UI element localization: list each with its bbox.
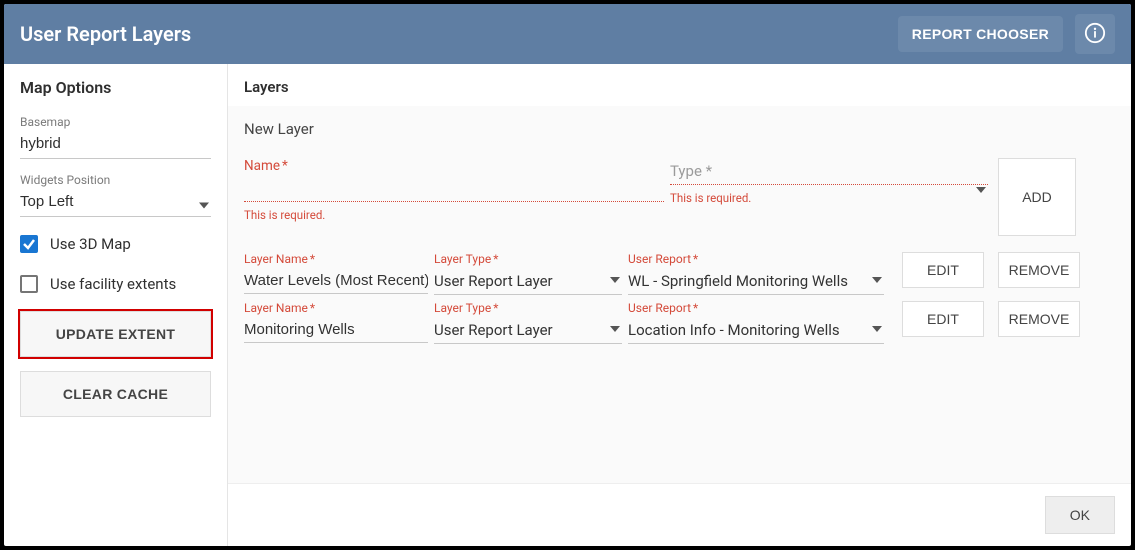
ok-button[interactable]: OK	[1045, 496, 1115, 534]
layer-row: Layer Name* Layer Type* User Report Laye…	[244, 301, 1115, 344]
layer-type-select[interactable]: User Report Layer	[434, 317, 622, 344]
layer-name-input[interactable]	[244, 268, 428, 294]
new-layer-type-select[interactable]: Type *	[670, 158, 988, 185]
basemap-input[interactable]	[20, 131, 211, 159]
map-options-heading: Map Options	[20, 78, 211, 97]
edit-layer-button[interactable]: EDIT	[902, 301, 984, 337]
user-report-select[interactable]: WL - Springfield Monitoring Wells	[628, 268, 884, 295]
edit-layer-button[interactable]: EDIT	[902, 252, 984, 288]
clear-cache-button[interactable]: CLEAR CACHE	[20, 371, 211, 417]
layer-row: Layer Name* Layer Type* User Report Laye…	[244, 252, 1115, 295]
remove-layer-button[interactable]: REMOVE	[998, 301, 1080, 337]
use-facility-extents-checkbox[interactable]	[20, 275, 38, 293]
layer-row-actions: EDIT REMOVE	[902, 252, 1080, 288]
new-layer-row: Name* This is required. Type * This is r…	[244, 158, 1115, 236]
add-button-col: ADD	[998, 158, 1078, 236]
new-layer-name-error: This is required.	[244, 208, 664, 222]
new-layer-type-error: This is required.	[670, 191, 988, 205]
dialog-header: User Report Layers REPORT CHOOSER	[4, 4, 1131, 64]
new-layer-name-input[interactable]	[244, 176, 664, 202]
new-layer-type-field: Type * This is required.	[670, 158, 988, 205]
user-report-select[interactable]: Location Info - Monitoring Wells	[628, 317, 884, 344]
widgets-position-select[interactable]	[20, 189, 211, 217]
new-layer-name-field: Name* This is required.	[244, 158, 664, 222]
info-button[interactable]	[1075, 14, 1115, 54]
dialog-footer: OK	[228, 483, 1131, 546]
dialog: User Report Layers REPORT CHOOSER Map Op…	[4, 4, 1131, 546]
use-3d-map-checkbox[interactable]	[20, 235, 38, 253]
update-extent-button[interactable]: UPDATE EXTENT	[20, 311, 211, 357]
new-layer-label: New Layer	[244, 120, 1115, 138]
main-panel: Layers New Layer Name* This is required.…	[228, 64, 1131, 546]
layer-row-actions: EDIT REMOVE	[902, 301, 1080, 337]
use-facility-extents-row[interactable]: Use facility extents	[20, 271, 211, 297]
new-layer-name-label: Name*	[244, 158, 664, 174]
user-report-field: User Report* WL - Springfield Monitoring…	[628, 252, 884, 295]
layer-type-field: Layer Type* User Report Layer	[434, 301, 622, 344]
layer-type-label: Layer Type*	[434, 301, 622, 315]
layer-type-label: Layer Type*	[434, 252, 622, 266]
remove-layer-button[interactable]: REMOVE	[998, 252, 1080, 288]
dialog-body: Map Options Basemap Widgets Position	[4, 64, 1131, 546]
layers-area: New Layer Name* This is required. Type *…	[228, 106, 1131, 483]
basemap-field: Basemap	[20, 115, 211, 159]
layer-name-label: Layer Name*	[244, 252, 428, 266]
add-layer-button[interactable]: ADD	[998, 158, 1076, 236]
layer-type-field: Layer Type* User Report Layer	[434, 252, 622, 295]
use-facility-extents-label: Use facility extents	[50, 275, 176, 293]
user-report-field: User Report* Location Info - Monitoring …	[628, 301, 884, 344]
user-report-label: User Report*	[628, 252, 884, 266]
layer-name-label: Layer Name*	[244, 301, 428, 315]
user-report-label: User Report*	[628, 301, 884, 315]
layer-name-field: Layer Name*	[244, 252, 428, 294]
use-3d-map-row[interactable]: Use 3D Map	[20, 231, 211, 257]
widgets-position-label: Widgets Position	[20, 173, 211, 187]
report-chooser-button[interactable]: REPORT CHOOSER	[898, 16, 1063, 52]
layers-heading: Layers	[228, 64, 1131, 106]
info-icon	[1084, 22, 1106, 47]
layer-type-select[interactable]: User Report Layer	[434, 268, 622, 295]
layer-name-field: Layer Name*	[244, 301, 428, 343]
layer-name-input[interactable]	[244, 317, 428, 343]
widgets-field: Widgets Position	[20, 173, 211, 217]
basemap-label: Basemap	[20, 115, 211, 129]
sidebar: Map Options Basemap Widgets Position	[4, 64, 228, 546]
dialog-title: User Report Layers	[20, 22, 898, 46]
use-3d-map-label: Use 3D Map	[50, 235, 131, 253]
